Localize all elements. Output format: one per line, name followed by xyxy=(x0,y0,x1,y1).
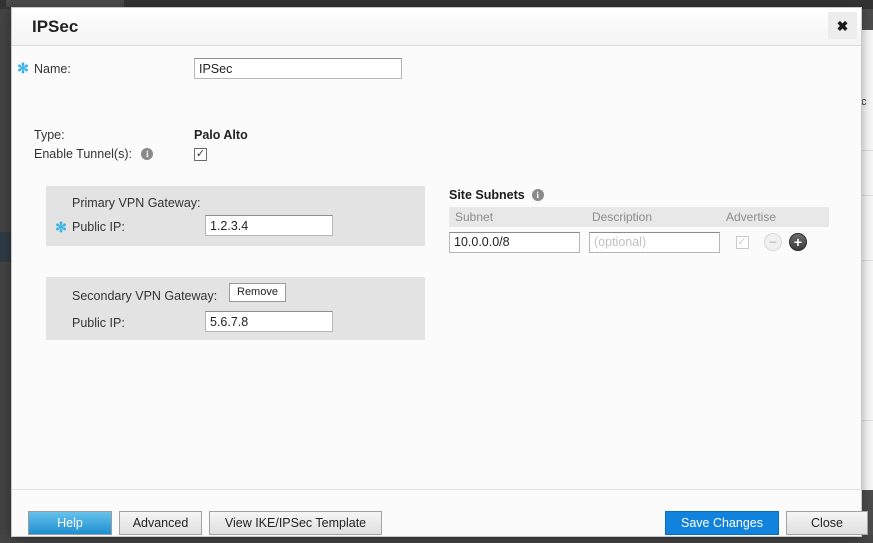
required-star-icon: ✻ xyxy=(55,219,67,235)
column-header-subnet: Subnet xyxy=(455,210,494,224)
required-star-icon: ✻ xyxy=(17,59,29,76)
close-icon[interactable]: ✖ xyxy=(828,12,857,39)
primary-public-ip-label: Public IP: xyxy=(72,220,125,234)
info-icon[interactable]: i xyxy=(141,147,154,160)
column-header-description: Description xyxy=(592,210,653,224)
primary-public-ip-required-marker: ✻ xyxy=(53,219,69,237)
secondary-public-ip-label: Public IP: xyxy=(72,316,125,330)
add-subnet-button[interactable]: + xyxy=(789,233,807,251)
secondary-gateway-title: Secondary VPN Gateway: xyxy=(72,289,218,303)
subnet-cell xyxy=(449,231,586,253)
background-glyph: ⁄ xyxy=(867,507,870,521)
enable-tunnels-checkbox[interactable]: ✓ xyxy=(194,147,207,161)
advanced-button[interactable]: Advanced xyxy=(119,511,202,535)
dialog-title: IPSec xyxy=(32,17,79,36)
subnet-input[interactable] xyxy=(449,231,580,253)
enable-tunnels-row: Enable Tunnel(s): i ✓ xyxy=(34,145,207,163)
remove-secondary-gateway-button[interactable]: Remove xyxy=(229,283,286,303)
close-button[interactable]: Close xyxy=(786,511,868,535)
primary-public-ip-input[interactable] xyxy=(205,215,333,236)
info-icon[interactable]: i xyxy=(531,189,544,201)
description-cell xyxy=(586,231,720,253)
secondary-public-ip-input[interactable] xyxy=(205,311,333,332)
enable-tunnels-label-wrap: Enable Tunnel(s): i xyxy=(34,145,194,163)
save-changes-button[interactable]: Save Changes xyxy=(665,511,779,535)
page-root: ac ⁄ IPSec ✖ ✻ Name: Type: Pa xyxy=(0,0,873,543)
help-button[interactable]: Help xyxy=(28,511,112,535)
site-subnets-section: Site Subnets i Subnet Description Advert… xyxy=(449,188,829,255)
type-value: Palo Alto xyxy=(194,128,248,142)
site-subnets-header: Site Subnets i xyxy=(449,188,829,202)
column-header-advertise: Advertise xyxy=(726,210,777,224)
dialog-title-bar: IPSec ✖ xyxy=(12,8,861,46)
table-row: ✓ − + xyxy=(449,229,829,255)
name-field-wrap xyxy=(194,58,402,79)
primary-vpn-gateway-panel: Primary VPN Gateway: ✻ Public IP: xyxy=(46,186,425,246)
secondary-vpn-gateway-panel: Secondary VPN Gateway: Remove Public IP: xyxy=(46,277,425,340)
primary-gateway-title: Primary VPN Gateway: xyxy=(72,196,201,210)
dialog-body: ✻ Name: Type: Palo Alto Enable Tunnel(s)… xyxy=(12,46,861,489)
name-label: Name: xyxy=(34,61,71,76)
background-browser-tab xyxy=(6,0,124,7)
enable-tunnels-label: Enable Tunnel(s): xyxy=(34,147,132,161)
type-row: Type: Palo Alto xyxy=(34,128,248,142)
advertise-checkbox-wrap: ✓ xyxy=(720,235,764,249)
name-row: ✻ Name: xyxy=(12,58,861,79)
remove-subnet-button[interactable]: − xyxy=(764,233,782,251)
advertise-checkbox[interactable]: ✓ xyxy=(735,235,749,249)
name-input[interactable] xyxy=(194,58,402,79)
type-label: Type: xyxy=(34,128,65,142)
description-input[interactable] xyxy=(589,231,720,253)
site-subnets-table-header: Subnet Description Advertise xyxy=(449,207,829,227)
site-subnets-title: Site Subnets xyxy=(449,188,525,202)
ipsec-dialog: IPSec ✖ ✻ Name: Type: Palo Alto xyxy=(11,7,868,537)
name-required-marker: ✻ xyxy=(12,60,34,78)
advertise-cell: ✓ − + xyxy=(720,233,829,251)
view-ike-ipsec-template-button[interactable]: View IKE/IPSec Template xyxy=(209,511,382,535)
